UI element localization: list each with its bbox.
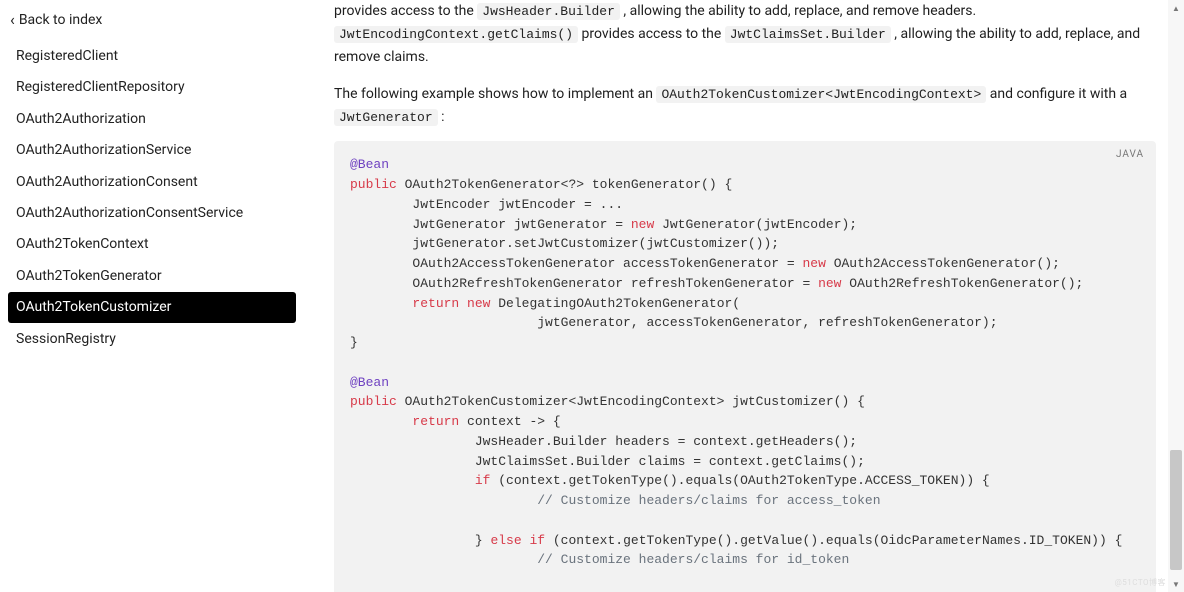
watermark: @51CTO博客 [1115,577,1166,588]
intro-paragraph-1: provides access to the JwsHeader.Builder… [334,0,1156,69]
main-content: provides access to the JwsHeader.Builder… [300,0,1184,592]
sidebar-item-registeredclient[interactable]: RegisteredClient [8,41,296,71]
sidebar: ‹ Back to index RegisteredClientRegister… [0,0,300,592]
sidebar-item-oauth2tokengenerator[interactable]: OAuth2TokenGenerator [8,261,296,291]
back-label: Back to index [19,12,103,28]
sidebar-item-oauth2authorization[interactable]: OAuth2Authorization [8,104,296,134]
sidebar-item-oauth2tokencustomizer[interactable]: OAuth2TokenCustomizer [8,292,296,322]
intro-paragraph-2: The following example shows how to imple… [334,83,1156,129]
code-inline: JwsHeader.Builder [477,3,620,20]
sidebar-item-oauth2tokencontext[interactable]: OAuth2TokenContext [8,229,296,259]
sidebar-nav: RegisteredClientRegisteredClientReposito… [8,41,300,354]
sidebar-item-oauth2authorizationconsent[interactable]: OAuth2AuthorizationConsent [8,167,296,197]
sidebar-item-oauth2authorizationconsentservice[interactable]: OAuth2AuthorizationConsentService [8,198,296,228]
scrollbar-thumb[interactable] [1170,450,1182,570]
scroll-up-arrow[interactable]: ▲ [1168,0,1184,16]
code-language-label: JAVA [1116,149,1144,160]
sidebar-item-registeredclientrepository[interactable]: RegisteredClientRepository [8,72,296,102]
code-inline: JwtClaimsSet.Builder [725,26,891,43]
scroll-down-arrow[interactable]: ▼ [1168,576,1184,592]
back-to-index-link[interactable]: ‹ Back to index [8,8,300,40]
scrollbar[interactable]: ▲ ▼ [1168,0,1184,592]
sidebar-item-sessionregistry[interactable]: SessionRegistry [8,324,296,354]
sidebar-item-oauth2authorizationservice[interactable]: OAuth2AuthorizationService [8,135,296,165]
code-inline: JwtGenerator [334,109,438,126]
code-inline: JwtEncodingContext.getClaims() [334,26,578,43]
code-content: @Bean public OAuth2TokenGenerator<?> tok… [350,155,1140,592]
code-inline: OAuth2TokenCustomizer<JwtEncodingContext… [656,86,986,103]
chevron-left-icon: ‹ [10,12,15,28]
code-block: JAVA @Bean public OAuth2TokenGenerator<?… [334,141,1156,592]
